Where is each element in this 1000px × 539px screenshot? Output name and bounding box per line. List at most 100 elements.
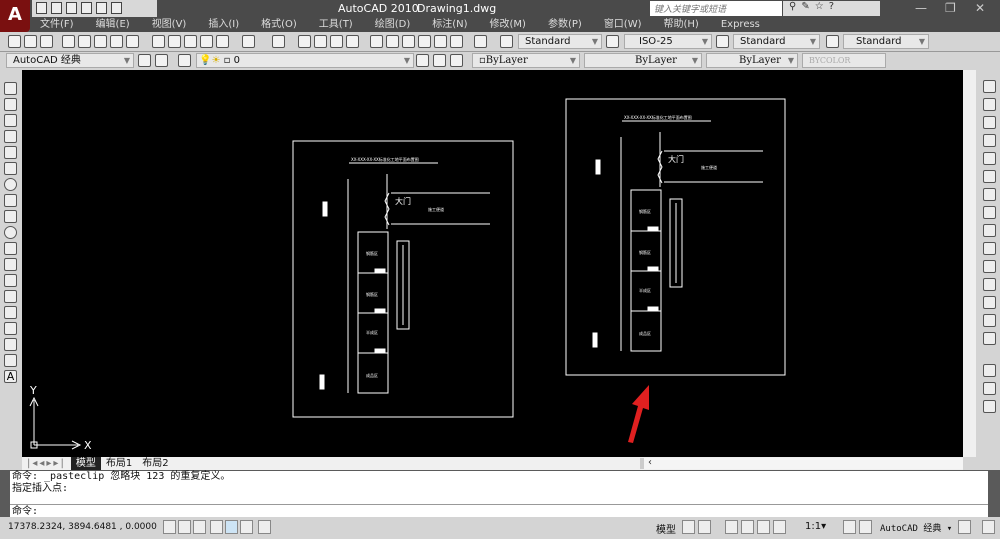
- multiline-text-icon[interactable]: A: [4, 370, 17, 383]
- steering-wheel-icon[interactable]: [757, 520, 770, 534]
- scale-icon[interactable]: [983, 206, 996, 219]
- grid-display-icon[interactable]: [178, 520, 191, 534]
- rectangle-icon[interactable]: [4, 146, 17, 159]
- help-icon[interactable]: [474, 35, 487, 48]
- color-select[interactable]: ▫ByLayer ▼: [472, 53, 580, 68]
- save-icon[interactable]: [40, 35, 53, 48]
- open-icon[interactable]: [24, 35, 37, 48]
- match-properties-icon[interactable]: [200, 35, 213, 48]
- undo-icon[interactable]: [242, 35, 255, 48]
- mirror-icon[interactable]: [983, 116, 996, 129]
- point-icon[interactable]: [4, 290, 17, 303]
- array-icon[interactable]: [983, 152, 996, 165]
- properties-icon[interactable]: [370, 35, 383, 48]
- region-icon[interactable]: [4, 338, 17, 351]
- table-icon[interactable]: [4, 354, 17, 367]
- model-space-button[interactable]: 模型: [656, 521, 676, 536]
- zoom-icon[interactable]: [741, 520, 754, 534]
- tab-navigation-arrows[interactable]: |◂◂▸▸|: [22, 457, 71, 470]
- etransmit-icon[interactable]: [126, 35, 139, 48]
- send-back-icon[interactable]: [983, 400, 996, 413]
- tab-model[interactable]: 模型: [70, 457, 101, 470]
- minimize-button[interactable]: —: [915, 1, 927, 15]
- polygon-icon[interactable]: [4, 130, 17, 143]
- cut-icon[interactable]: [152, 35, 165, 48]
- close-button[interactable]: ✕: [975, 1, 985, 15]
- tool-palettes-icon[interactable]: [402, 35, 415, 48]
- dim-style-select[interactable]: ISO-25 ▼: [624, 34, 712, 49]
- drawing-copy-2[interactable]: XX-XXX-XX-XX标准化工地平面布置图 大门 施工便道 钢筋区 钢筋区 半…: [565, 98, 786, 376]
- draw-order-icon[interactable]: [983, 364, 996, 377]
- zoom-previous-icon[interactable]: [346, 35, 359, 48]
- extend-icon[interactable]: [983, 260, 996, 273]
- spline-icon[interactable]: [4, 210, 17, 223]
- plot-preview-icon[interactable]: [78, 35, 91, 48]
- restore-button[interactable]: ❐: [945, 1, 956, 15]
- mleader-style-icon[interactable]: [826, 35, 839, 48]
- horizontal-scrollbar[interactable]: ‹: [640, 458, 963, 469]
- hatch-icon[interactable]: [4, 306, 17, 319]
- arc-icon[interactable]: [4, 162, 17, 175]
- undo-icon[interactable]: [81, 2, 92, 14]
- dim-style-icon[interactable]: [606, 35, 619, 48]
- layer-states-icon[interactable]: [450, 54, 463, 67]
- workspace-select[interactable]: AutoCAD 经典 ▼: [6, 53, 134, 68]
- quick-view-drawings-icon[interactable]: [698, 520, 711, 534]
- showmotion-icon[interactable]: [773, 520, 786, 534]
- publish-icon[interactable]: [94, 35, 107, 48]
- trim-icon[interactable]: [983, 242, 996, 255]
- lock-icon[interactable]: [958, 520, 971, 534]
- plot-icon[interactable]: [62, 35, 75, 48]
- construction-line-icon[interactable]: [4, 98, 17, 111]
- layer-select[interactable]: 💡☀ ▫ 0 ▼: [196, 53, 414, 68]
- table-style-icon[interactable]: [716, 35, 729, 48]
- rotate-icon[interactable]: [983, 188, 996, 201]
- menu-dimension[interactable]: 标注(N): [422, 18, 479, 32]
- chamfer-icon[interactable]: [983, 314, 996, 327]
- text-style-select[interactable]: Standard ▼: [518, 34, 602, 49]
- snap-mode-icon[interactable]: [163, 520, 176, 534]
- menu-tools[interactable]: 工具(T): [309, 18, 365, 32]
- join-icon[interactable]: [983, 296, 996, 309]
- paste-icon[interactable]: [184, 35, 197, 48]
- new-icon[interactable]: [8, 35, 21, 48]
- menu-help[interactable]: 帮助(H): [654, 18, 711, 32]
- erase-icon[interactable]: [983, 80, 996, 93]
- search-input[interactable]: [650, 1, 782, 16]
- markup-icon[interactable]: [434, 35, 447, 48]
- plotstyle-select[interactable]: BYCOLOR: [802, 53, 886, 68]
- object-snap-icon[interactable]: [225, 520, 238, 534]
- menu-edit[interactable]: 编辑(E): [86, 18, 142, 32]
- gradient-icon[interactable]: [4, 322, 17, 335]
- copy-object-icon[interactable]: [983, 98, 996, 111]
- annotation-visibility-icon[interactable]: [843, 520, 856, 534]
- stretch-icon[interactable]: [983, 224, 996, 237]
- layer-previous-icon[interactable]: [433, 54, 446, 67]
- object-snap-tracking-icon[interactable]: [240, 520, 253, 534]
- polar-tracking-icon[interactable]: [210, 520, 223, 534]
- customize-icon[interactable]: [155, 54, 168, 67]
- revision-cloud-icon[interactable]: [4, 194, 17, 207]
- quick-view-layouts-icon[interactable]: [682, 520, 695, 534]
- binoculars-icon[interactable]: ⚲: [789, 1, 801, 12]
- tab-layout2[interactable]: 布局2: [137, 457, 173, 470]
- calculator-icon[interactable]: [450, 35, 463, 48]
- menu-draw[interactable]: 绘图(D): [365, 18, 423, 32]
- auto-scale-icon[interactable]: [859, 520, 872, 534]
- make-block-icon[interactable]: [4, 274, 17, 287]
- tab-layout1[interactable]: 布局1: [101, 457, 137, 470]
- menu-view[interactable]: 视图(V): [142, 18, 199, 32]
- workspace-settings-icon[interactable]: [138, 54, 151, 67]
- annotation-scale-select[interactable]: 1:1▾: [805, 521, 826, 532]
- zoom-window-icon[interactable]: [330, 35, 343, 48]
- application-menu-button[interactable]: A: [0, 0, 30, 32]
- print-icon[interactable]: [111, 2, 122, 14]
- clean-screen-icon[interactable]: [982, 520, 995, 534]
- make-current-layer-icon[interactable]: [416, 54, 429, 67]
- drawing-canvas[interactable]: XX-XXX-XX-XX标准化工地平面布置图 大门 施工便道 钢筋区 钢筋区 半…: [22, 70, 963, 457]
- lineweight-select[interactable]: ByLayer ▼: [706, 53, 798, 68]
- layer-properties-icon[interactable]: [178, 54, 191, 67]
- workspace-switch[interactable]: AutoCAD 经典 ▾: [880, 521, 952, 534]
- new-icon[interactable]: [36, 2, 47, 14]
- sheet-set-icon[interactable]: [418, 35, 431, 48]
